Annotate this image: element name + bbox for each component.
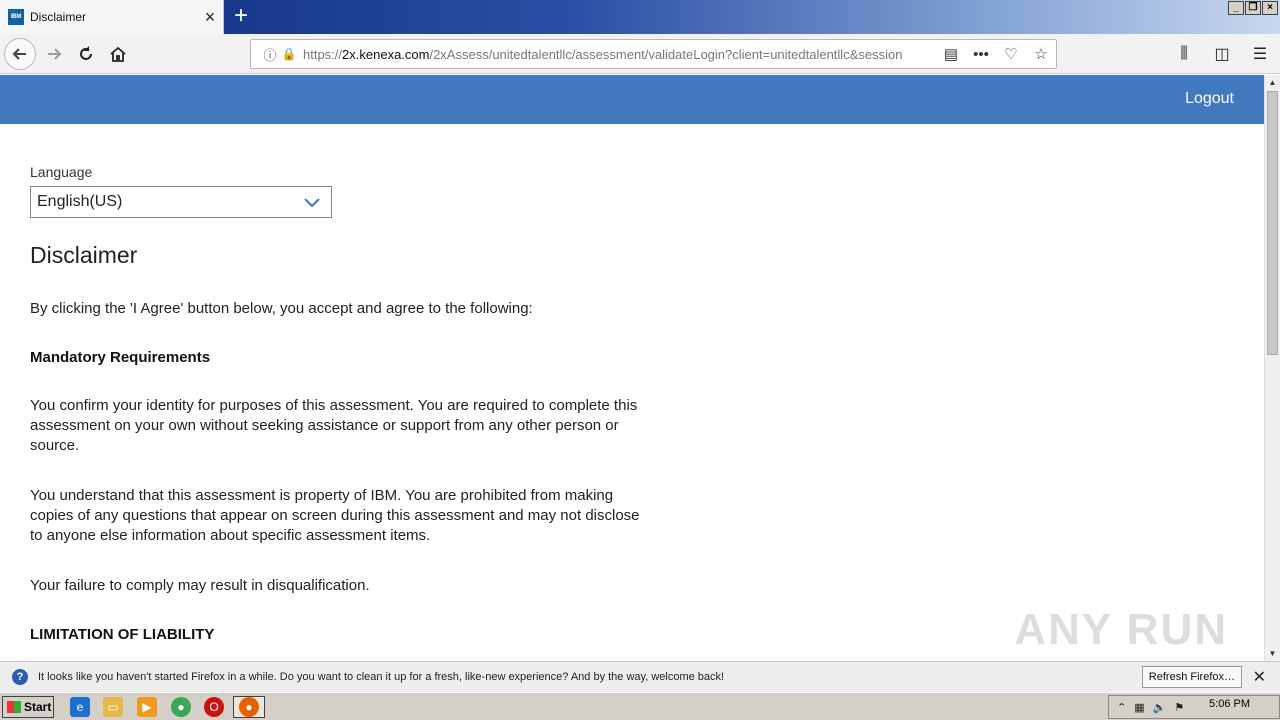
taskbar-clock[interactable]: 5:06 PM	[1209, 698, 1250, 710]
site-header: Logout	[0, 75, 1264, 124]
windows-taskbar: Start e ▭ ▶ ● O ● ⌃ ▦ 🔈 ⚑ 5:06 PM	[0, 692, 1280, 720]
notification-text: It looks like you haven't started Firefo…	[38, 671, 725, 683]
notification-bar: ? It looks like you haven't started Fire…	[0, 661, 1280, 692]
volume-icon[interactable]: 🔈	[1153, 701, 1167, 714]
tab-disclaimer[interactable]: IBM Disclaimer ×	[0, 0, 224, 34]
lock-icon[interactable]: 🔒	[281, 47, 297, 61]
tab-close-icon[interactable]: ×	[197, 7, 223, 28]
arrow-right-icon	[48, 48, 62, 60]
reload-icon	[80, 46, 92, 60]
paragraph-identity: You confirm your identity for purposes o…	[30, 397, 638, 454]
start-button[interactable]: Start	[2, 696, 54, 718]
paragraph-compliance: Your failure to comply may result in dis…	[30, 577, 370, 594]
paragraph-property: You understand that this assessment is p…	[30, 487, 640, 544]
tab-title: Disclaimer	[30, 10, 87, 24]
chrome-icon[interactable]: ●	[171, 697, 191, 717]
ie-icon[interactable]: e	[70, 697, 90, 717]
navigation-toolbar: ⓘ 🔒 https://2x.kenexa.com/2xAssess/unite…	[0, 34, 1280, 74]
scroll-thumb[interactable]	[1267, 91, 1278, 355]
question-icon: ?	[12, 669, 28, 685]
firefox-icon: ●	[239, 697, 259, 717]
page-scrollbar[interactable]: ▲ ▼	[1264, 75, 1280, 661]
restore-button[interactable]: ❐	[1245, 1, 1261, 15]
window-titlebar: IBM Disclaimer × + _ ❐ ×	[0, 0, 1280, 34]
new-tab-button[interactable]: +	[228, 3, 254, 29]
home-button[interactable]	[102, 38, 134, 70]
action-center-flag-icon[interactable]: ⚑	[1174, 701, 1184, 714]
logout-link[interactable]: Logout	[1185, 90, 1234, 108]
reload-button[interactable]	[70, 38, 102, 70]
mandatory-heading: Mandatory Requirements	[30, 349, 211, 366]
back-button[interactable]	[4, 38, 36, 70]
address-bar[interactable]: ⓘ 🔒 https://2x.kenexa.com/2xAssess/unite…	[250, 39, 1057, 69]
forward-button[interactable]	[38, 38, 70, 70]
ibm-favicon-icon: IBM	[8, 9, 24, 25]
minimize-button[interactable]: _	[1228, 1, 1244, 15]
sidebar-icon[interactable]: ◫	[1210, 38, 1234, 70]
reader-view-icon[interactable]: ▤	[942, 45, 960, 63]
close-window-button[interactable]: ×	[1262, 1, 1278, 15]
language-label: Language	[30, 164, 93, 180]
windows-logo-icon	[7, 701, 21, 713]
url-text[interactable]: https://2x.kenexa.com/2xAssess/unitedtal…	[303, 47, 928, 62]
anyrun-watermark: ANY RUN	[1014, 605, 1228, 654]
menu-icon[interactable]: ☰	[1248, 38, 1272, 70]
web-page: Logout Language English(US) Disclaimer B…	[0, 75, 1264, 661]
home-icon	[110, 46, 126, 62]
info-icon[interactable]: ⓘ	[259, 45, 281, 64]
arrow-left-icon	[12, 48, 26, 60]
opera-icon[interactable]: O	[204, 697, 224, 717]
intro-text: By clicking the 'I Agree' button below, …	[30, 300, 533, 317]
pocket-icon[interactable]: ♡	[1002, 45, 1020, 63]
firefox-taskbar-button[interactable]: ●	[233, 696, 265, 718]
window-controls: _ ❐ ×	[1228, 1, 1278, 15]
start-label: Start	[24, 700, 52, 714]
page-title: Disclaimer	[30, 242, 138, 268]
network-icon[interactable]: ▦	[1134, 701, 1144, 714]
main-content: Language English(US) Disclaimer By click…	[0, 124, 1264, 643]
explorer-folder-icon[interactable]: ▭	[103, 697, 123, 717]
bookmark-star-icon[interactable]: ☆	[1032, 45, 1050, 63]
refresh-firefox-button[interactable]: Refresh Firefox…	[1141, 666, 1242, 688]
library-icon[interactable]: ⫼	[1172, 38, 1196, 70]
media-player-icon[interactable]: ▶	[137, 697, 157, 717]
notification-close-icon[interactable]: ✕	[1253, 667, 1266, 687]
scroll-down-icon[interactable]: ▼	[1265, 646, 1280, 661]
language-select[interactable]: English(US)	[30, 186, 332, 218]
tray-expand-icon[interactable]: ⌃	[1117, 701, 1126, 714]
language-selected-value: English(US)	[37, 193, 123, 210]
system-tray: ⌃ ▦ 🔈 ⚑	[1108, 695, 1280, 719]
chevron-down-icon	[303, 191, 321, 218]
page-actions-icon[interactable]: •••	[972, 46, 990, 63]
scroll-up-icon[interactable]: ▲	[1265, 75, 1280, 90]
